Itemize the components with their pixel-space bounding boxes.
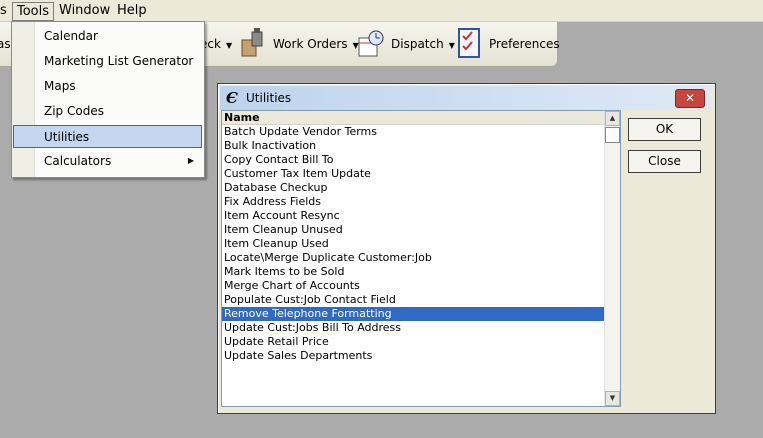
- preferences-label: Preferences: [489, 37, 560, 51]
- list-item[interactable]: Mark Items to be Sold: [222, 265, 604, 279]
- dialog-title: Utilities: [246, 91, 292, 105]
- dispatch-button[interactable]: Dispatch ▼: [391, 31, 455, 57]
- scroll-thumb[interactable]: [605, 127, 620, 143]
- menu-bar: s Tools Window Help: [0, 0, 763, 22]
- close-button[interactable]: Close: [628, 150, 701, 173]
- menu-item-utilities[interactable]: Utilities: [13, 125, 202, 148]
- list-item[interactable]: Remove Telephone Formatting: [222, 307, 604, 321]
- list-item[interactable]: Populate Cust:Job Contact Field: [222, 293, 604, 307]
- dispatch-icon: [358, 30, 384, 57]
- work-orders-label: Work Orders: [273, 37, 348, 51]
- dispatch-label: Dispatch: [391, 37, 444, 51]
- menu-file-fragment[interactable]: s: [0, 2, 11, 19]
- toolbar-partial-label: as: [0, 37, 11, 51]
- list-item[interactable]: Item Cleanup Unused: [222, 223, 604, 237]
- list-rows: Batch Update Vendor Terms Bulk Inactivati…: [222, 125, 604, 363]
- app-logo-icon: Є: [226, 89, 238, 107]
- tools-menu: Calendar Marketing List Generator Maps Z…: [11, 21, 205, 178]
- toolbar-partial-button[interactable]: as: [0, 31, 11, 57]
- menu-item-label: Calendar: [44, 29, 98, 43]
- utilities-dialog: Є Utilities ✕ Name Batch Update Vendor T…: [217, 83, 716, 414]
- menu-item-label: Utilities: [44, 130, 90, 144]
- column-header-name[interactable]: Name: [222, 111, 604, 125]
- list-item[interactable]: Locate\Merge Duplicate Customer:Job: [222, 251, 604, 265]
- menu-item-label: Maps: [44, 79, 76, 93]
- menu-item-label: Zip Codes: [44, 104, 104, 118]
- work-orders-icon: [241, 28, 263, 57]
- scroll-up-icon[interactable]: ▲: [605, 111, 620, 126]
- list-item[interactable]: Fix Address Fields: [222, 195, 604, 209]
- menu-window[interactable]: Window: [55, 2, 114, 19]
- menu-item-calculators[interactable]: Calculators ▶: [14, 150, 200, 172]
- menu-item-marketing-list-generator[interactable]: Marketing List Generator: [14, 50, 200, 72]
- list-item[interactable]: Bulk Inactivation: [222, 139, 604, 153]
- utilities-list[interactable]: Name Batch Update Vendor Terms Bulk Inact…: [221, 110, 621, 407]
- menu-item-calendar[interactable]: Calendar: [14, 25, 200, 47]
- preferences-button[interactable]: Preferences: [489, 31, 560, 57]
- list-item[interactable]: Update Cust:Jobs Bill To Address: [222, 321, 604, 335]
- list-item[interactable]: Item Cleanup Used: [222, 237, 604, 251]
- list-item[interactable]: Update Sales Departments: [222, 349, 604, 363]
- menu-tools[interactable]: Tools: [12, 2, 55, 21]
- list-item[interactable]: Update Retail Price: [222, 335, 604, 349]
- list-item[interactable]: Database Checkup: [222, 181, 604, 195]
- close-icon[interactable]: ✕: [675, 89, 705, 108]
- menu-item-maps[interactable]: Maps: [14, 75, 200, 97]
- dropdown-arrow-icon[interactable]: ▼: [226, 41, 232, 50]
- list-item[interactable]: Customer Tax Item Update: [222, 167, 604, 181]
- list-item[interactable]: Batch Update Vendor Terms: [222, 125, 604, 139]
- preferences-checklist-icon: [458, 28, 480, 58]
- scroll-down-icon[interactable]: ▼: [605, 391, 620, 406]
- submenu-arrow-icon: ▶: [187, 156, 194, 165]
- dialog-titlebar[interactable]: Є Utilities ✕: [220, 86, 711, 110]
- menu-item-zip-codes[interactable]: Zip Codes: [14, 100, 200, 122]
- list-item[interactable]: Copy Contact Bill To: [222, 153, 604, 167]
- work-orders-button[interactable]: Work Orders ▼: [273, 31, 359, 57]
- ok-button[interactable]: OK: [628, 118, 701, 141]
- menu-item-label: Calculators: [44, 154, 112, 168]
- menu-help[interactable]: Help: [113, 2, 151, 19]
- list-item[interactable]: Item Account Resync: [222, 209, 604, 223]
- dropdown-arrow-icon[interactable]: ▼: [449, 41, 455, 50]
- vertical-scrollbar[interactable]: ▲ ▼: [604, 111, 620, 406]
- list-item[interactable]: Merge Chart of Accounts: [222, 279, 604, 293]
- menu-item-label: Marketing List Generator: [44, 54, 194, 68]
